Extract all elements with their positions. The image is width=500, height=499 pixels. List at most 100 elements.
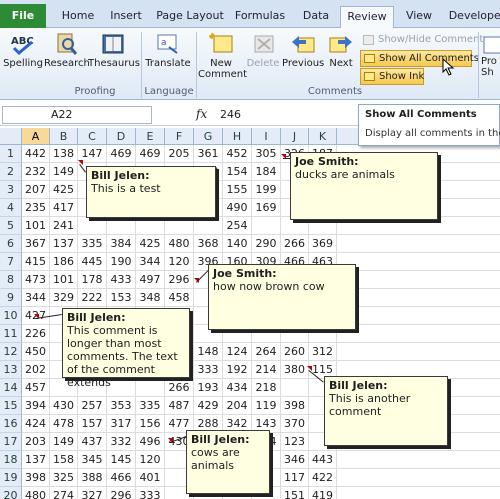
grid-cell[interactable]: 241 <box>50 217 78 235</box>
grid-cell[interactable]: 369 <box>309 235 337 253</box>
grid-cell[interactable]: 457 <box>22 379 50 397</box>
grid-cell[interactable]: 480 <box>165 235 194 253</box>
row-header[interactable]: 16 <box>0 415 22 433</box>
grid-cell[interactable]: 434 <box>223 379 252 397</box>
grid-cell[interactable]: 156 <box>136 415 165 433</box>
grid-cell[interactable]: 335 <box>78 235 107 253</box>
grid-cell[interactable]: 442 <box>22 145 50 163</box>
grid-cell[interactable]: 202 <box>22 361 50 379</box>
grid-cell[interactable]: 199 <box>252 181 281 199</box>
grid-cell[interactable]: 466 <box>107 469 136 487</box>
grid-cell[interactable]: 190 <box>107 253 136 271</box>
grid-cell[interactable]: 422 <box>309 469 337 487</box>
grid-cell[interactable]: 353 <box>107 397 136 415</box>
comment-box[interactable]: Bill Jelen: This is another comment <box>324 376 448 446</box>
row-header[interactable]: 7 <box>0 253 22 271</box>
row-header[interactable]: 4 <box>0 199 22 217</box>
grid-cell[interactable]: 398 <box>281 397 309 415</box>
grid-cell[interactable] <box>194 217 223 235</box>
grid-cell[interactable]: 153 <box>107 289 136 307</box>
grid-cell[interactable]: 149 <box>50 433 78 451</box>
grid-cell[interactable]: 124 <box>223 343 252 361</box>
grid-cell[interactable]: 145 <box>107 451 136 469</box>
row-header[interactable]: 9 <box>0 289 22 307</box>
grid-cell[interactable]: 333 <box>136 487 165 499</box>
grid-cell[interactable]: 186 <box>50 253 78 271</box>
translate-button[interactable]: a Translate <box>144 32 192 69</box>
previous-comment-button[interactable]: Previous <box>282 32 324 69</box>
insert-function-icon[interactable]: fx <box>196 107 207 121</box>
grid-cell[interactable]: 169 <box>252 199 281 217</box>
grid-cell[interactable]: 425 <box>50 181 78 199</box>
grid-cell[interactable]: 368 <box>194 235 223 253</box>
grid-cell[interactable]: 443 <box>309 451 337 469</box>
row-header[interactable]: 3 <box>0 181 22 199</box>
grid-cell[interactable]: 222 <box>78 289 107 307</box>
column-header[interactable]: B <box>50 128 78 145</box>
tab-review[interactable]: Review <box>340 6 394 29</box>
grid-cell[interactable]: 296 <box>165 271 194 289</box>
grid-cell[interactable]: 333 <box>194 361 223 379</box>
row-header[interactable]: 5 <box>0 217 22 235</box>
grid-cell-empty[interactable] <box>337 289 500 307</box>
formula-input[interactable]: 246 <box>220 108 241 121</box>
spreadsheet-grid[interactable]: ABCDEFGHIJK14421381474694692053614523053… <box>0 128 500 499</box>
grid-cell[interactable]: 361 <box>194 145 223 163</box>
grid-cell[interactable]: 469 <box>107 145 136 163</box>
thesaurus-button[interactable]: Thesaurus <box>88 32 140 69</box>
grid-cell[interactable]: 370 <box>281 415 309 433</box>
grid-cell[interactable]: 344 <box>136 253 165 271</box>
grid-cell[interactable]: 148 <box>194 343 223 361</box>
grid-cell[interactable]: 120 <box>165 253 194 271</box>
grid-cell[interactable]: 496 <box>136 433 165 451</box>
row-header[interactable]: 13 <box>0 361 22 379</box>
grid-cell-empty[interactable] <box>337 307 500 325</box>
row-header[interactable]: 17 <box>0 433 22 451</box>
row-header[interactable]: 12 <box>0 343 22 361</box>
protect-sheet-button[interactable]: Pro Sh <box>481 32 500 78</box>
column-header[interactable]: D <box>107 128 136 145</box>
grid-cell[interactable]: 346 <box>281 451 309 469</box>
row-header[interactable]: 15 <box>0 397 22 415</box>
grid-cell-empty[interactable] <box>337 253 500 271</box>
grid-cell[interactable]: 117 <box>281 469 309 487</box>
grid-cell[interactable]: 419 <box>309 487 337 499</box>
tab-home[interactable]: Home <box>56 6 100 28</box>
grid-cell[interactable]: 140 <box>223 235 252 253</box>
grid-cell[interactable]: 266 <box>281 235 309 253</box>
grid-cell[interactable]: 123 <box>281 433 309 451</box>
column-header[interactable]: F <box>165 128 194 145</box>
grid-cell[interactable]: 487 <box>165 397 194 415</box>
grid-cell[interactable]: 433 <box>107 271 136 289</box>
grid-cell[interactable]: 424 <box>22 415 50 433</box>
grid-cell[interactable]: 437 <box>78 433 107 451</box>
column-header[interactable]: K <box>309 128 337 145</box>
row-header[interactable]: 10 <box>0 307 22 325</box>
grid-cell[interactable]: 178 <box>78 271 107 289</box>
column-header[interactable]: A <box>22 128 50 145</box>
grid-cell[interactable] <box>281 379 309 397</box>
tab-data[interactable]: Data <box>296 6 336 28</box>
grid-cell[interactable]: 345 <box>78 451 107 469</box>
grid-cell[interactable]: 254 <box>223 217 252 235</box>
grid-cell[interactable]: 138 <box>50 145 78 163</box>
grid-cell[interactable]: 274 <box>50 487 78 499</box>
grid-cell[interactable]: 367 <box>22 235 50 253</box>
grid-cell[interactable]: 348 <box>136 289 165 307</box>
grid-cell[interactable]: 232 <box>22 163 50 181</box>
select-all-corner[interactable] <box>0 128 22 145</box>
grid-cell[interactable]: 151 <box>281 487 309 499</box>
grid-cell-empty[interactable] <box>337 487 500 499</box>
tab-developer[interactable]: Developer <box>446 6 500 28</box>
comment-box[interactable]: Joe Smith: ducks are animals <box>290 152 438 220</box>
grid-cell[interactable]: 120 <box>136 451 165 469</box>
grid-cell[interactable]: 226 <box>22 325 50 343</box>
grid-cell[interactable]: 119 <box>252 397 281 415</box>
grid-cell[interactable]: 478 <box>50 415 78 433</box>
row-header[interactable]: 11 <box>0 325 22 343</box>
grid-cell[interactable]: 137 <box>50 235 78 253</box>
tab-formulas[interactable]: Formulas <box>232 6 288 28</box>
grid-cell-empty[interactable] <box>337 325 500 343</box>
grid-cell[interactable]: 415 <box>22 253 50 271</box>
grid-cell[interactable]: 429 <box>194 397 223 415</box>
